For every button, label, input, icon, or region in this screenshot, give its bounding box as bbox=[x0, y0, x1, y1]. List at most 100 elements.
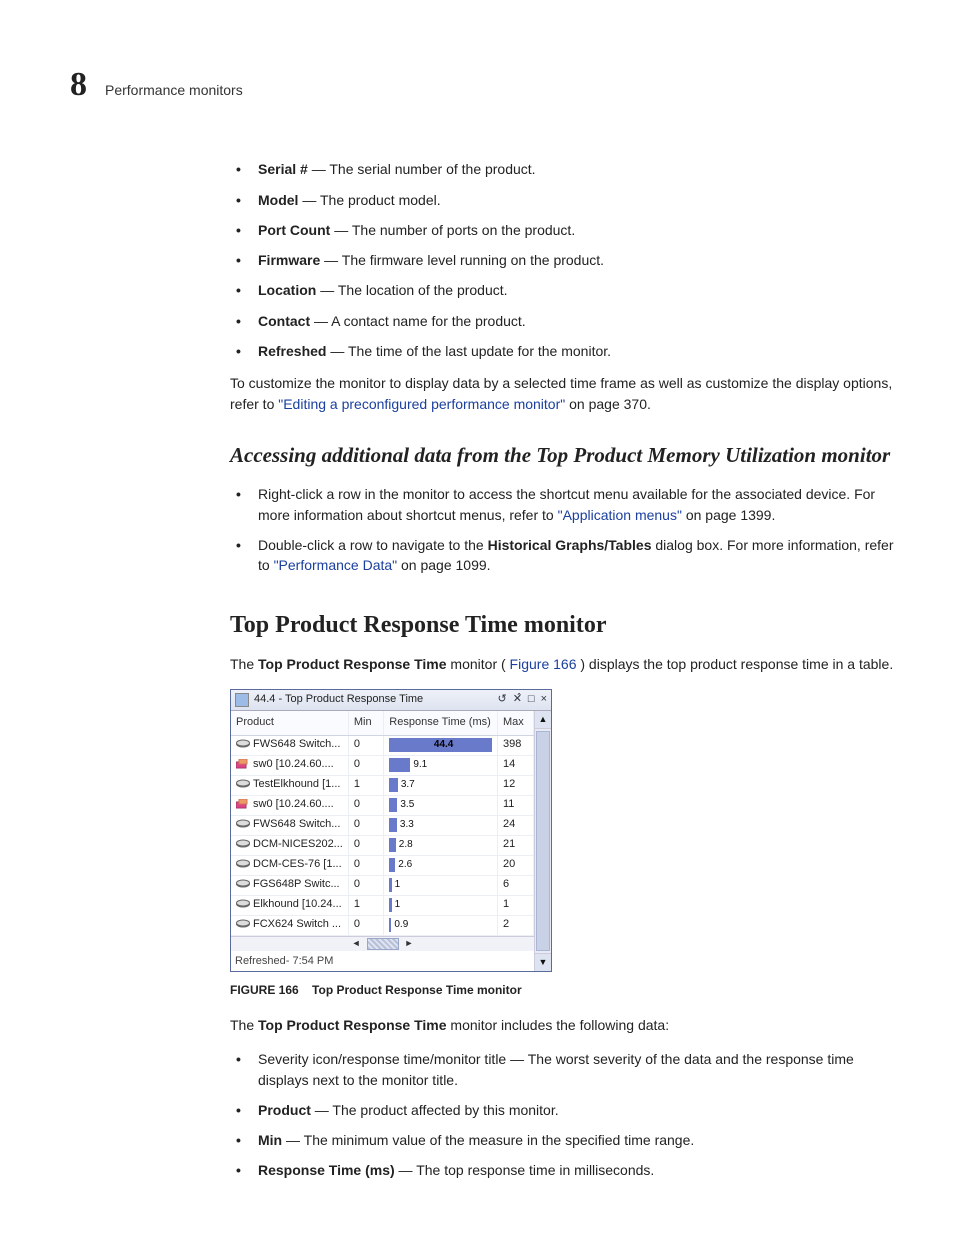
table-row[interactable]: FWS648 Switch...03.324 bbox=[231, 815, 534, 835]
term: Response Time (ms) bbox=[258, 1162, 395, 1178]
table-row[interactable]: DCM-CES-76 [1...02.620 bbox=[231, 855, 534, 875]
col-min[interactable]: Min bbox=[348, 711, 383, 736]
cell-response-time: 2.6 bbox=[384, 855, 498, 875]
link-editing-preconfigured[interactable]: "Editing a preconfigured performance mon… bbox=[278, 396, 565, 412]
text: monitor ( bbox=[450, 656, 505, 672]
description: — The product model. bbox=[298, 192, 440, 208]
list-item: Min — The minimum value of the measure i… bbox=[230, 1130, 894, 1150]
bold-text: Top Product Response Time bbox=[258, 656, 447, 672]
cell-response-time: 9.1 bbox=[384, 755, 498, 775]
response-time-bar bbox=[389, 838, 395, 852]
product-name: TestElkhound [1... bbox=[253, 778, 340, 790]
scroll-thumb[interactable] bbox=[367, 938, 399, 950]
product-name: FCX624 Switch ... bbox=[253, 918, 341, 930]
col-max[interactable]: Max bbox=[497, 711, 533, 736]
table-row[interactable]: sw0 [10.24.60....09.114 bbox=[231, 755, 534, 775]
scroll-up-icon[interactable]: ▲ bbox=[535, 711, 551, 729]
monitor-titlebar: 44.4 - Top Product Response Time ↺ ✕̂ □ … bbox=[231, 690, 551, 711]
product-name: DCM-NICES202... bbox=[253, 838, 343, 850]
nic-device-icon bbox=[236, 759, 250, 769]
table-row[interactable]: FWS648 Switch...044.4398 bbox=[231, 735, 534, 755]
table-row[interactable]: sw0 [10.24.60....03.511 bbox=[231, 795, 534, 815]
cell-min: 0 bbox=[348, 815, 383, 835]
cell-min: 0 bbox=[348, 795, 383, 815]
cell-product: FGS648P Switc... bbox=[231, 875, 348, 895]
collapse-icon[interactable]: ✕̂ bbox=[513, 692, 522, 708]
text: on page 370. bbox=[569, 396, 651, 412]
refresh-icon[interactable]: ↺ bbox=[497, 692, 506, 708]
cell-min: 0 bbox=[348, 875, 383, 895]
product-name: FWS648 Switch... bbox=[253, 738, 340, 750]
cell-min: 1 bbox=[348, 775, 383, 795]
customize-paragraph: To customize the monitor to display data… bbox=[230, 373, 894, 414]
cell-response-time: 0.9 bbox=[384, 915, 498, 935]
vertical-scrollbar[interactable]: ▲ ▼ bbox=[534, 711, 551, 971]
cell-response-time: 1 bbox=[384, 895, 498, 915]
monitor-body: Product Min Response Time (ms) Max FWS64… bbox=[231, 711, 551, 971]
cell-product: Elkhound [10.24... bbox=[231, 895, 348, 915]
section-heading: Top Product Response Time monitor bbox=[230, 608, 894, 643]
chapter-number: 8 bbox=[70, 60, 87, 109]
cell-response-time: 1 bbox=[384, 875, 498, 895]
text: on page 1399. bbox=[686, 507, 776, 523]
monitor-table-area: Product Min Response Time (ms) Max FWS64… bbox=[231, 711, 534, 971]
response-time-bar bbox=[389, 918, 391, 932]
response-time-value: 2.8 bbox=[399, 838, 413, 853]
scroll-right-icon[interactable]: ► bbox=[405, 937, 414, 950]
response-time-bar bbox=[389, 758, 410, 772]
refreshed-label: Refreshed- 7:54 PM bbox=[231, 951, 534, 971]
list-item: Product — The product affected by this m… bbox=[230, 1100, 894, 1120]
horizontal-scrollbar[interactable]: ◄ ► bbox=[231, 936, 534, 951]
figure-label: FIGURE 166 bbox=[230, 983, 299, 997]
close-icon[interactable]: × bbox=[541, 692, 547, 708]
cell-max: 21 bbox=[497, 835, 533, 855]
link-application-menus[interactable]: "Application menus" bbox=[558, 507, 682, 523]
link-performance-data[interactable]: "Performance Data" bbox=[274, 557, 398, 573]
chapter-title: Performance monitors bbox=[105, 80, 243, 100]
table-row[interactable]: DCM-NICES202... 0 2.8 21 bbox=[231, 835, 534, 855]
description: — The minimum value of the measure in th… bbox=[282, 1132, 694, 1148]
text: ) displays the top product response time… bbox=[580, 656, 893, 672]
product-name: sw0 [10.24.60.... bbox=[253, 798, 334, 810]
col-product[interactable]: Product bbox=[231, 711, 348, 736]
description: — The serial number of the product. bbox=[308, 161, 536, 177]
response-time-value: 44.4 bbox=[434, 738, 453, 753]
term: Firmware bbox=[258, 252, 320, 268]
switch-device-icon bbox=[236, 919, 250, 929]
cell-response-time: 44.4 bbox=[384, 735, 498, 755]
maximize-icon[interactable]: □ bbox=[528, 692, 535, 708]
cell-min: 0 bbox=[348, 835, 383, 855]
description: Severity icon/response time/monitor titl… bbox=[258, 1051, 854, 1087]
response-time-bar bbox=[389, 878, 391, 892]
list-item: Double-click a row to navigate to the Hi… bbox=[230, 535, 894, 576]
cell-min: 0 bbox=[348, 915, 383, 935]
figure-166: 44.4 - Top Product Response Time ↺ ✕̂ □ … bbox=[230, 689, 894, 999]
list-item: Refreshed — The time of the last update … bbox=[230, 341, 894, 361]
product-name: Elkhound [10.24... bbox=[253, 898, 342, 910]
response-time-value: 0.9 bbox=[394, 918, 408, 933]
description: — The top response time in milliseconds. bbox=[395, 1162, 655, 1178]
table-row[interactable]: TestElkhound [1...13.712 bbox=[231, 775, 534, 795]
response-time-bar bbox=[389, 778, 398, 792]
cell-response-time: 3.7 bbox=[384, 775, 498, 795]
table-row[interactable]: Elkhound [10.24...111 bbox=[231, 895, 534, 915]
list-item: Firmware — The firmware level running on… bbox=[230, 250, 894, 270]
cell-product: FWS648 Switch... bbox=[231, 815, 348, 835]
scroll-thumb[interactable] bbox=[536, 731, 550, 951]
accessing-list: Right-click a row in the monitor to acce… bbox=[230, 484, 894, 575]
term: Port Count bbox=[258, 222, 330, 238]
scroll-left-icon[interactable]: ◄ bbox=[352, 937, 361, 950]
scroll-down-icon[interactable]: ▼ bbox=[535, 953, 551, 971]
table-row[interactable]: FCX624 Switch ...00.92 bbox=[231, 915, 534, 935]
cell-product: DCM-CES-76 [1... bbox=[231, 855, 348, 875]
switch-device-icon bbox=[236, 779, 250, 789]
link-figure-166[interactable]: Figure 166 bbox=[510, 656, 577, 672]
col-response-time[interactable]: Response Time (ms) bbox=[384, 711, 498, 736]
table-row[interactable]: FGS648P Switc...016 bbox=[231, 875, 534, 895]
list-item: Model — The product model. bbox=[230, 190, 894, 210]
nic-device-icon bbox=[236, 799, 250, 809]
list-item: Response Time (ms) — The top response ti… bbox=[230, 1160, 894, 1180]
cell-max: 20 bbox=[497, 855, 533, 875]
response-time-table: Product Min Response Time (ms) Max FWS64… bbox=[231, 711, 534, 936]
after-figure-paragraph: The Top Product Response Time monitor in… bbox=[230, 1015, 894, 1035]
